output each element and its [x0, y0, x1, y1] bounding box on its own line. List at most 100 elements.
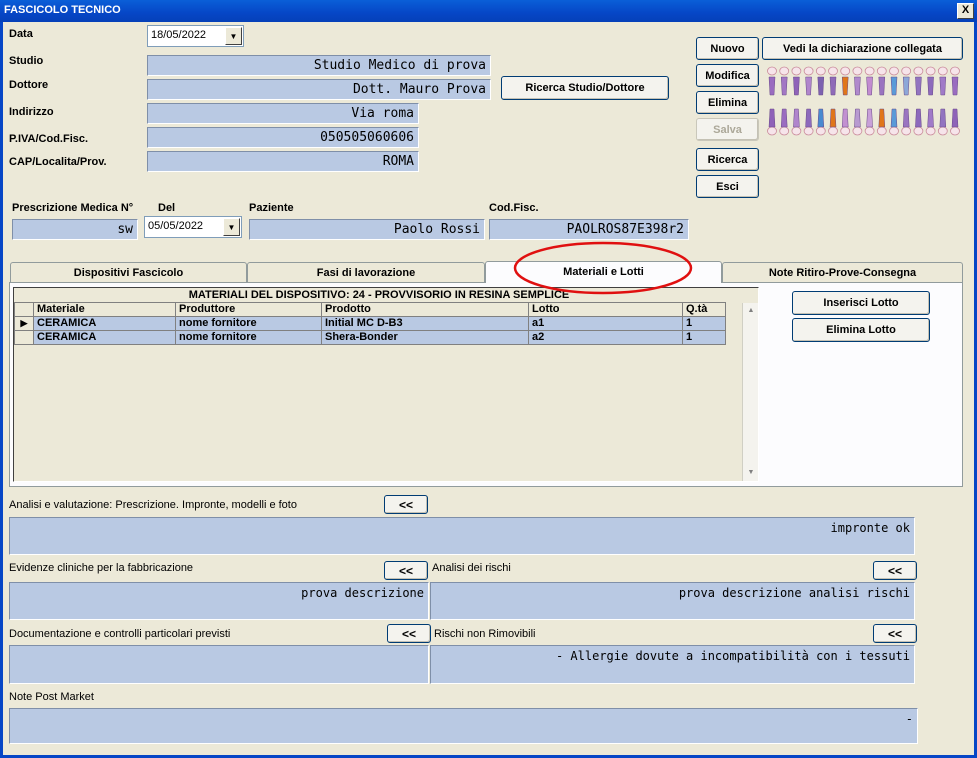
tooth-root[interactable] [878, 108, 886, 128]
indirizzo-field[interactable]: Via roma [147, 103, 419, 124]
tooth-root[interactable] [939, 108, 947, 128]
tooth-crown[interactable] [828, 66, 838, 76]
tooth-crown[interactable] [864, 66, 875, 76]
tooth-root[interactable] [915, 108, 922, 128]
ricerca-studio-dottore-button[interactable]: Ricerca Studio/Dottore [501, 76, 669, 100]
cell-lotto[interactable]: a2 [528, 330, 683, 345]
tooth-root[interactable] [793, 76, 800, 96]
elimina-lotto-button[interactable]: Elimina Lotto [792, 318, 930, 342]
post-market-textarea[interactable]: - [9, 708, 918, 744]
column-header[interactable]: Materiale [33, 302, 176, 317]
tab-note-ritiro-prove-consegna[interactable]: Note Ritiro-Prove-Consegna [722, 262, 963, 282]
tooth-crown[interactable] [864, 126, 875, 136]
tooth-root[interactable] [951, 108, 959, 128]
tooth-root[interactable] [902, 108, 910, 128]
tooth-crown[interactable] [767, 66, 777, 76]
tooth-crown[interactable] [876, 66, 887, 76]
tooth-crown[interactable] [803, 126, 814, 136]
evidenze-textarea[interactable]: prova descrizione [9, 582, 429, 620]
dropdown-arrow-icon[interactable]: ▼ [225, 27, 242, 45]
tab-dispositivi-fascicolo[interactable]: Dispositivi Fascicolo [10, 262, 247, 282]
tooth-root[interactable] [951, 76, 959, 96]
tooth-crown[interactable] [852, 66, 863, 76]
dottore-field[interactable]: Dott. Mauro Prova [147, 79, 491, 100]
tooth-crown[interactable] [791, 66, 802, 76]
ricerca-button[interactable]: Ricerca [696, 148, 759, 171]
tooth-root[interactable] [927, 76, 934, 96]
tooth-root[interactable] [878, 76, 886, 96]
tooth-crown[interactable] [852, 126, 863, 136]
tooth-crown[interactable] [767, 126, 777, 136]
scroll-up-icon[interactable]: ▲ [743, 303, 759, 319]
inserisci-lotto-button[interactable]: Inserisci Lotto [792, 291, 930, 315]
tooth-root[interactable] [902, 76, 910, 96]
tooth-root[interactable] [805, 76, 812, 96]
tooth-crown[interactable] [840, 126, 851, 136]
modifica-button[interactable]: Modifica [696, 64, 759, 87]
tooth-crown[interactable] [913, 126, 924, 136]
tooth-root[interactable] [841, 108, 849, 128]
tooth-crown[interactable] [779, 126, 790, 136]
grid-vertical-scrollbar[interactable]: ▲ ▼ [742, 303, 758, 481]
tooth-crown[interactable] [889, 126, 899, 136]
tooth-crown[interactable] [925, 126, 936, 136]
tooth-root[interactable] [829, 108, 837, 128]
tooth-crown[interactable] [791, 126, 802, 136]
analisi-expand-button[interactable]: << [384, 495, 428, 514]
piva-field[interactable]: 050505060606 [147, 127, 419, 148]
table-row[interactable]: ▶ CERAMICA nome fornitore Initial MC D-B… [14, 316, 726, 331]
tooth-crown[interactable] [901, 126, 912, 136]
studio-field[interactable]: Studio Medico di prova [147, 55, 491, 76]
cell-materiale[interactable]: CERAMICA [33, 330, 176, 345]
elimina-button[interactable]: Elimina [696, 91, 759, 114]
cell-prodotto[interactable]: Initial MC D-B3 [321, 316, 529, 331]
rischi-expand-button[interactable]: << [873, 561, 917, 580]
scroll-down-icon[interactable]: ▼ [743, 465, 759, 481]
data-datepicker[interactable]: 18/05/2022 ▼ [147, 25, 244, 47]
upper-teeth-icon[interactable] [767, 66, 960, 96]
lower-teeth-icon[interactable] [767, 108, 960, 136]
rischi-non-textarea[interactable]: - Allergie dovute a incompatibilità con … [430, 645, 915, 684]
tooth-root[interactable] [890, 108, 898, 128]
nuovo-button[interactable]: Nuovo [696, 37, 759, 60]
tooth-root[interactable] [768, 76, 776, 96]
tooth-crown[interactable] [889, 66, 899, 76]
tooth-crown[interactable] [779, 66, 790, 76]
rischi-non-expand-button[interactable]: << [873, 624, 917, 643]
tooth-crown[interactable] [925, 66, 936, 76]
column-header[interactable]: Q.tà [682, 302, 726, 317]
del-datepicker[interactable]: 05/05/2022 ▼ [144, 216, 242, 238]
tooth-crown[interactable] [913, 66, 924, 76]
column-header[interactable]: Produttore [175, 302, 322, 317]
tooth-crown[interactable] [803, 66, 814, 76]
tooth-crown[interactable] [828, 126, 838, 136]
tooth-root[interactable] [854, 108, 861, 128]
tooth-root[interactable] [817, 76, 825, 96]
tooth-root[interactable] [780, 76, 788, 96]
tooth-crown[interactable] [950, 66, 960, 76]
row-selector-icon[interactable]: ▶ [14, 316, 34, 331]
cell-produttore[interactable]: nome fornitore [175, 316, 322, 331]
column-header[interactable]: Prodotto [321, 302, 529, 317]
vedi-dichiarazione-button[interactable]: Vedi la dichiarazione collegata [762, 37, 963, 60]
tooth-root[interactable] [768, 108, 776, 128]
row-selector[interactable] [14, 330, 34, 345]
paziente-field[interactable]: Paolo Rossi [249, 219, 485, 240]
esci-button[interactable]: Esci [696, 175, 759, 198]
codfisc-field[interactable]: PAOLROS87E398r2 [489, 219, 689, 240]
tab-fasi-di-lavorazione[interactable]: Fasi di lavorazione [247, 262, 485, 282]
cell-qta[interactable]: 1 [682, 330, 726, 345]
tooth-root[interactable] [841, 76, 849, 96]
cell-produttore[interactable]: nome fornitore [175, 330, 322, 345]
documentazione-expand-button[interactable]: << [387, 624, 431, 643]
tooth-crown[interactable] [901, 66, 912, 76]
column-header[interactable]: Lotto [528, 302, 683, 317]
tooth-root[interactable] [866, 76, 873, 96]
tooth-root[interactable] [780, 108, 788, 128]
tooth-root[interactable] [817, 108, 825, 128]
tooth-root[interactable] [854, 76, 861, 96]
evidenze-expand-button[interactable]: << [384, 561, 428, 580]
rischi-textarea[interactable]: prova descrizione analisi rischi [430, 582, 915, 620]
tooth-crown[interactable] [950, 126, 960, 136]
close-button[interactable]: X [957, 3, 974, 19]
